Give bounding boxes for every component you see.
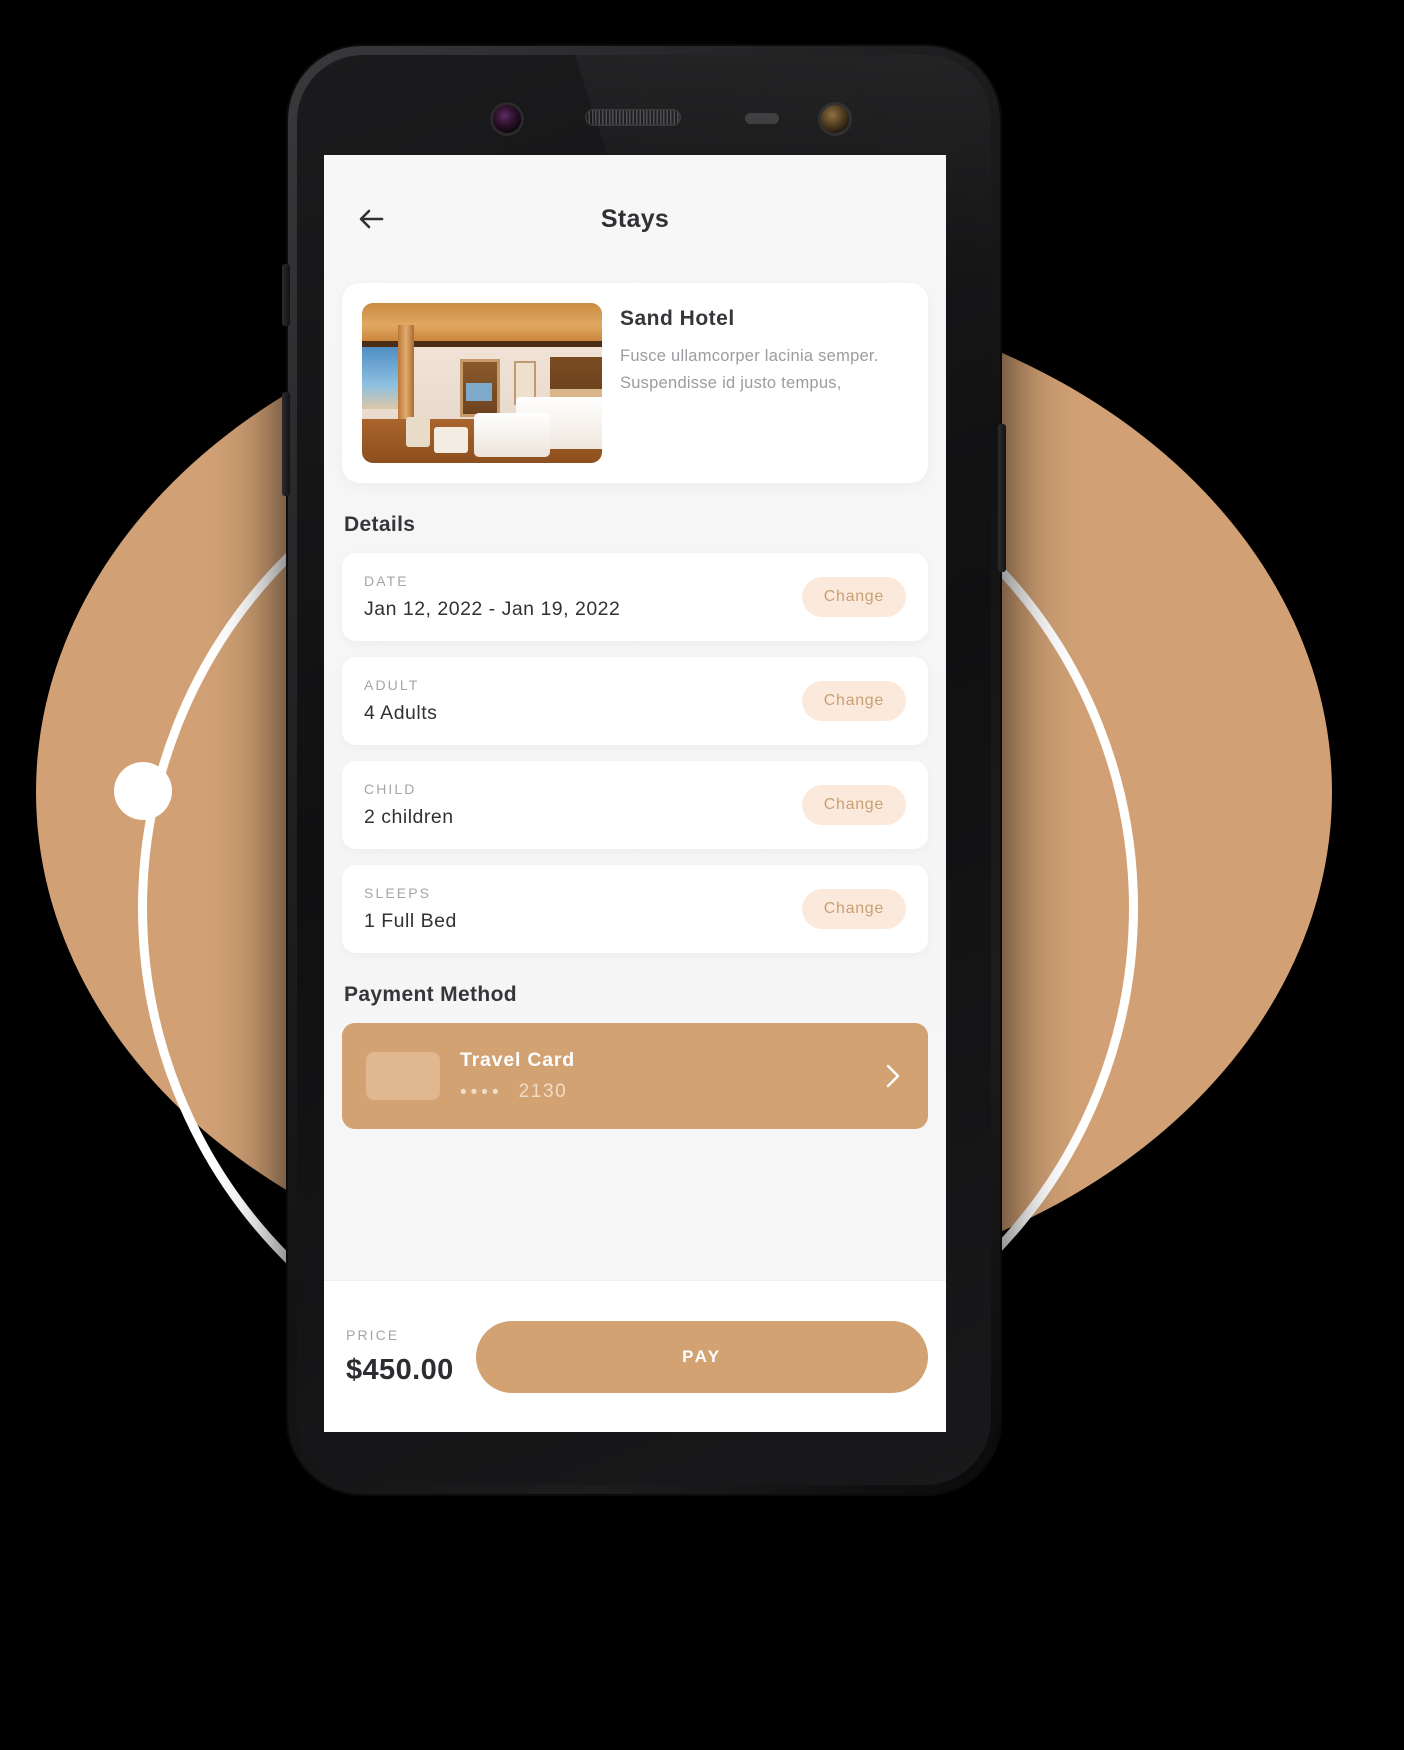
- app-bar: Stays: [342, 155, 928, 283]
- card-chip-icon: [366, 1052, 440, 1100]
- hotel-thumbnail-image: [362, 303, 602, 463]
- payment-card-travel-card[interactable]: Travel Card •••• 2130: [342, 1023, 928, 1129]
- decorative-dot: [114, 762, 172, 820]
- hotel-summary-card[interactable]: Sand Hotel Fusce ullamcorper lacinia sem…: [342, 283, 928, 483]
- app-screen: Stays Sand Hotel Fusce ullamcorper lacin…: [324, 155, 946, 1432]
- volume-up-button[interactable]: [282, 264, 290, 326]
- phone-top-bezel: [297, 55, 991, 155]
- detail-label: ADULT: [364, 677, 420, 693]
- card-mask-dots: ••••: [460, 1081, 503, 1103]
- detail-value: Jan 12, 2022 - Jan 19, 2022: [364, 598, 621, 620]
- detail-label: CHILD: [364, 781, 417, 797]
- payment-card-name: Travel Card: [460, 1049, 576, 1071]
- detail-value: 2 children: [364, 806, 454, 828]
- change-date-button[interactable]: Change: [801, 577, 906, 617]
- volume-down-button[interactable]: [282, 392, 290, 496]
- detail-text-group: SLEEPS 1 Full Bed: [364, 885, 457, 933]
- thumb-window: [362, 347, 402, 409]
- hotel-name: Sand Hotel: [620, 307, 735, 330]
- payment-method-heading: Payment Method: [344, 983, 517, 1006]
- hotel-description: Fusce ullamcorper lacinia semper. Suspen…: [620, 347, 879, 392]
- price-label: PRICE: [346, 1326, 400, 1343]
- payment-card-text: Travel Card •••• 2130: [460, 1049, 862, 1103]
- checkout-bar: PRICE $450.00 PAY: [324, 1280, 946, 1432]
- detail-value: 4 Adults: [364, 702, 438, 724]
- change-adult-button[interactable]: Change: [801, 681, 906, 721]
- screen-scroll-area[interactable]: Stays Sand Hotel Fusce ullamcorper lacin…: [324, 155, 946, 1280]
- thumb-sofa: [474, 413, 550, 457]
- detail-value: 1 Full Bed: [364, 910, 457, 932]
- thumb-column: [398, 325, 414, 429]
- detail-text-group: DATE Jan 12, 2022 - Jan 19, 2022: [364, 573, 620, 621]
- payment-card-number: •••• 2130: [460, 1081, 862, 1103]
- price-block: PRICE $450.00: [346, 1327, 454, 1387]
- detail-row-sleeps[interactable]: SLEEPS 1 Full Bed Change: [342, 865, 928, 953]
- pay-button[interactable]: PAY: [475, 1320, 928, 1393]
- hotel-info: Sand Hotel Fusce ullamcorper lacinia sem…: [620, 303, 908, 463]
- details-heading: Details: [344, 513, 416, 536]
- change-sleeps-button[interactable]: Change: [801, 889, 906, 929]
- detail-label: DATE: [364, 573, 409, 589]
- power-button[interactable]: [998, 424, 1006, 572]
- card-last-four: 2130: [518, 1081, 568, 1102]
- chevron-right-icon[interactable]: [882, 1061, 904, 1091]
- earpiece-speaker-icon: [585, 109, 681, 126]
- detail-text-group: ADULT 4 Adults: [364, 677, 437, 725]
- thumb-tv: [466, 383, 492, 401]
- change-child-button[interactable]: Change: [801, 785, 906, 825]
- detail-row-child[interactable]: CHILD 2 children Change: [342, 761, 928, 849]
- detail-row-date[interactable]: DATE Jan 12, 2022 - Jan 19, 2022 Change: [342, 553, 928, 641]
- proximity-sensor-icon: [745, 113, 779, 124]
- front-camera-icon: [493, 105, 521, 133]
- thumb-chair: [406, 417, 430, 447]
- phone-body: Stays Sand Hotel Fusce ullamcorper lacin…: [297, 55, 991, 1485]
- ambient-light-sensor-icon: [821, 105, 849, 133]
- thumb-table: [434, 427, 468, 453]
- page-title: Stays: [600, 204, 670, 233]
- detail-row-adult[interactable]: ADULT 4 Adults Change: [342, 657, 928, 745]
- detail-label: SLEEPS: [364, 885, 432, 901]
- price-value: $450.00: [346, 1353, 454, 1386]
- phone-device: Stays Sand Hotel Fusce ullamcorper lacin…: [282, 46, 1006, 1494]
- detail-text-group: CHILD 2 children: [364, 781, 454, 829]
